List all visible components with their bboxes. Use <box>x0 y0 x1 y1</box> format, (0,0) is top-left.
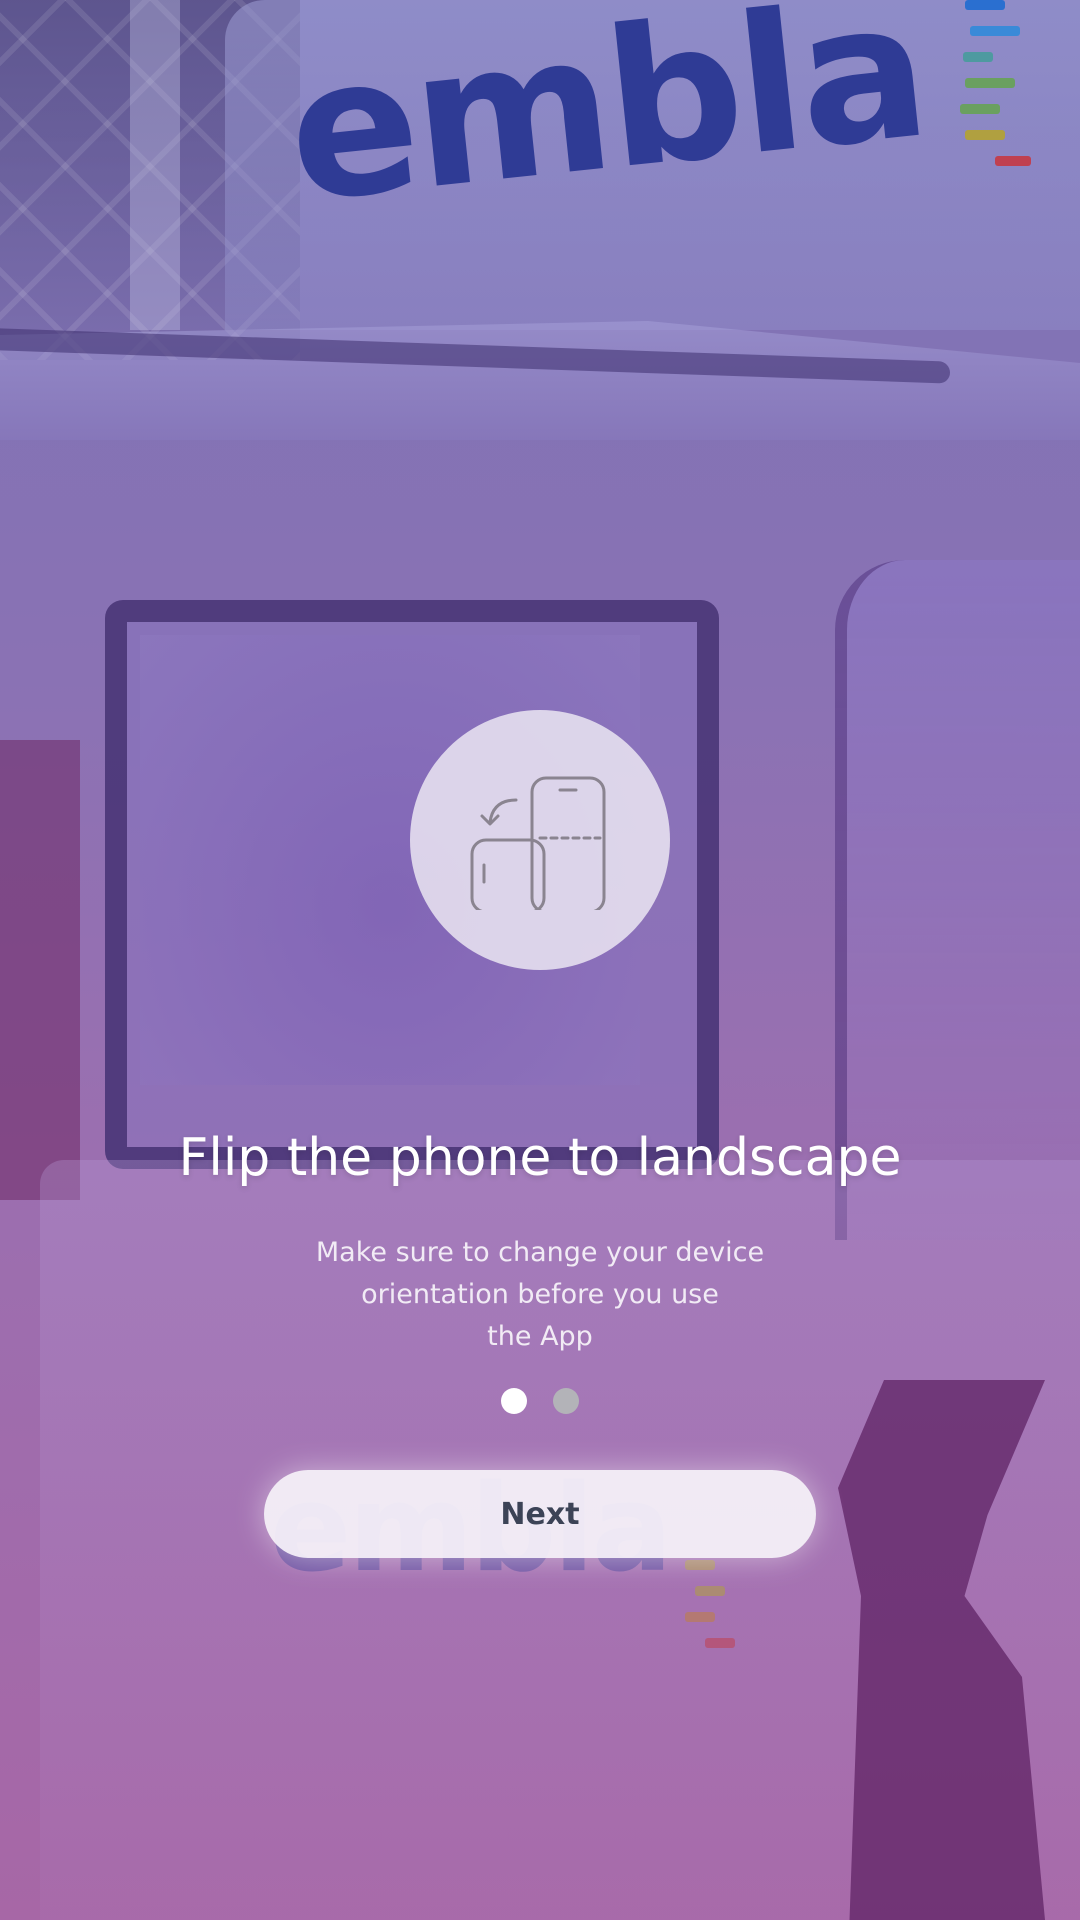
background-counter-stripes <box>685 1560 745 1664</box>
stripe <box>995 156 1031 166</box>
stripe <box>960 104 1000 114</box>
stripe <box>685 1560 715 1570</box>
stripe <box>695 1586 725 1596</box>
page-indicator-dot-1-active[interactable] <box>501 1388 527 1414</box>
stripe <box>705 1638 735 1648</box>
stripe <box>965 78 1015 88</box>
background-counter-dark-panel <box>838 1380 1045 1920</box>
stripe <box>963 52 993 62</box>
background-canopy <box>0 321 1080 440</box>
page-indicator-dot-2[interactable] <box>553 1388 579 1414</box>
stripe <box>685 1612 715 1622</box>
rotate-phone-landscape-icon <box>410 710 670 970</box>
stripe <box>970 26 1020 36</box>
rotate-phone-icon-graphic <box>470 776 606 910</box>
stripe <box>965 130 1005 140</box>
page-title: Flip the phone to landscape <box>178 1128 902 1188</box>
background-canopy-edge <box>0 328 950 384</box>
onboarding-screen: embla embla <box>0 0 1080 1920</box>
background-brand-stripes <box>955 0 1035 182</box>
stripe <box>965 0 1005 10</box>
background-truss-post <box>130 0 180 330</box>
subtitle-line: Make sure to change your device <box>315 1237 765 1268</box>
background-truss <box>0 0 300 360</box>
page-indicator <box>0 1388 1080 1414</box>
subtitle-line: the App <box>487 1321 593 1352</box>
background-brand-logo-text: embla <box>278 0 935 245</box>
subtitle-line: orientation before you use <box>361 1279 719 1310</box>
next-button[interactable]: Next <box>264 1470 816 1558</box>
page-subtitle: Make sure to change your device orientat… <box>290 1232 790 1358</box>
